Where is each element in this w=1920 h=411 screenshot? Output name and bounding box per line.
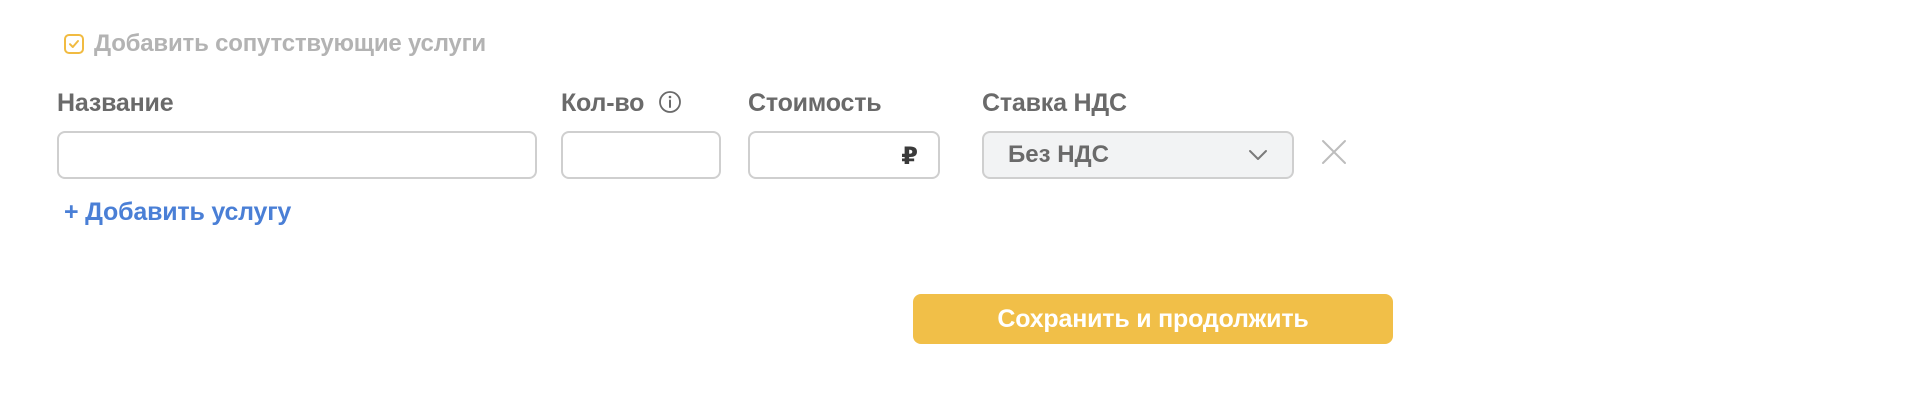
- remove-service-row-button[interactable]: [1320, 138, 1348, 166]
- vat-rate-selected-value: Без НДС: [1008, 141, 1109, 168]
- vat-rate-field-label: Ставка НДС: [982, 89, 1127, 117]
- save-and-continue-button[interactable]: Сохранить и продолжить: [913, 294, 1393, 344]
- add-related-services-checkbox[interactable]: [64, 34, 84, 54]
- chevron-down-icon: [1248, 149, 1268, 161]
- price-field-label: Стоимость: [748, 89, 882, 117]
- related-services-form: Добавить сопутствующие услуги Название К…: [0, 0, 1920, 411]
- quantity-label-group: Кол-во: [561, 89, 682, 118]
- vat-rate-select[interactable]: Без НДС: [982, 131, 1294, 179]
- name-field-label: Название: [57, 89, 174, 117]
- add-related-services-label: Добавить сопутствующие услуги: [94, 30, 486, 57]
- add-service-link[interactable]: + Добавить услугу: [64, 198, 291, 227]
- info-icon[interactable]: [658, 90, 682, 114]
- service-name-input[interactable]: [57, 131, 537, 179]
- quantity-field-label: Кол-во: [561, 89, 645, 117]
- check-icon: [69, 40, 79, 48]
- close-icon: [1322, 140, 1346, 164]
- price-field: ₽: [748, 131, 940, 179]
- ruble-currency-symbol: ₽: [901, 143, 918, 170]
- quantity-input[interactable]: [561, 131, 721, 179]
- add-related-services-option[interactable]: Добавить сопутствующие услуги: [64, 30, 486, 58]
